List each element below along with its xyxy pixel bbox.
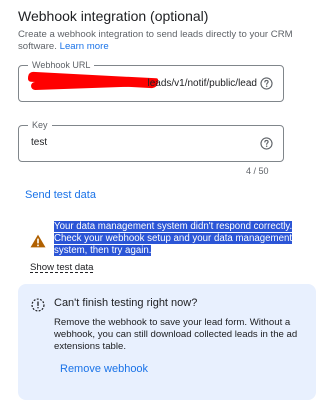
key-value[interactable]: test <box>31 136 47 150</box>
warning-message-text: Your data management system didn't respo… <box>54 221 293 256</box>
section-title: Webhook integration (optional) <box>18 8 209 24</box>
section-description: Create a webhook integration to send lea… <box>18 29 318 53</box>
key-label: Key <box>28 119 52 131</box>
show-test-data-link[interactable]: Show test data <box>30 262 93 273</box>
info-card: Can't finish testing right now? Remove t… <box>18 284 316 400</box>
webhook-integration-panel: Webhook integration (optional) Create a … <box>0 0 336 400</box>
send-test-data-button[interactable]: Send test data <box>25 189 96 201</box>
info-dashed-icon <box>31 298 45 312</box>
info-card-body: Remove the webhook to save your lead for… <box>54 317 298 352</box>
warning-triangle-icon <box>30 234 46 248</box>
help-circle-icon[interactable] <box>260 137 273 150</box>
help-circle-icon[interactable] <box>260 77 273 90</box>
warning-message: Your data management system didn't respo… <box>54 221 298 257</box>
webhook-url-label: Webhook URL <box>28 59 95 71</box>
remove-webhook-button[interactable]: Remove webhook <box>60 363 148 375</box>
learn-more-link[interactable]: Learn more <box>60 41 109 52</box>
key-field[interactable]: Key test <box>18 119 284 162</box>
info-card-title: Can't finish testing right now? <box>54 297 198 309</box>
webhook-url-value[interactable]: leads/v1/notif/public/lead <box>147 77 257 91</box>
key-character-counter: 4 / 50 <box>246 166 269 176</box>
webhook-url-field[interactable]: Webhook URL leads/v1/notif/public/lead <box>18 59 284 102</box>
